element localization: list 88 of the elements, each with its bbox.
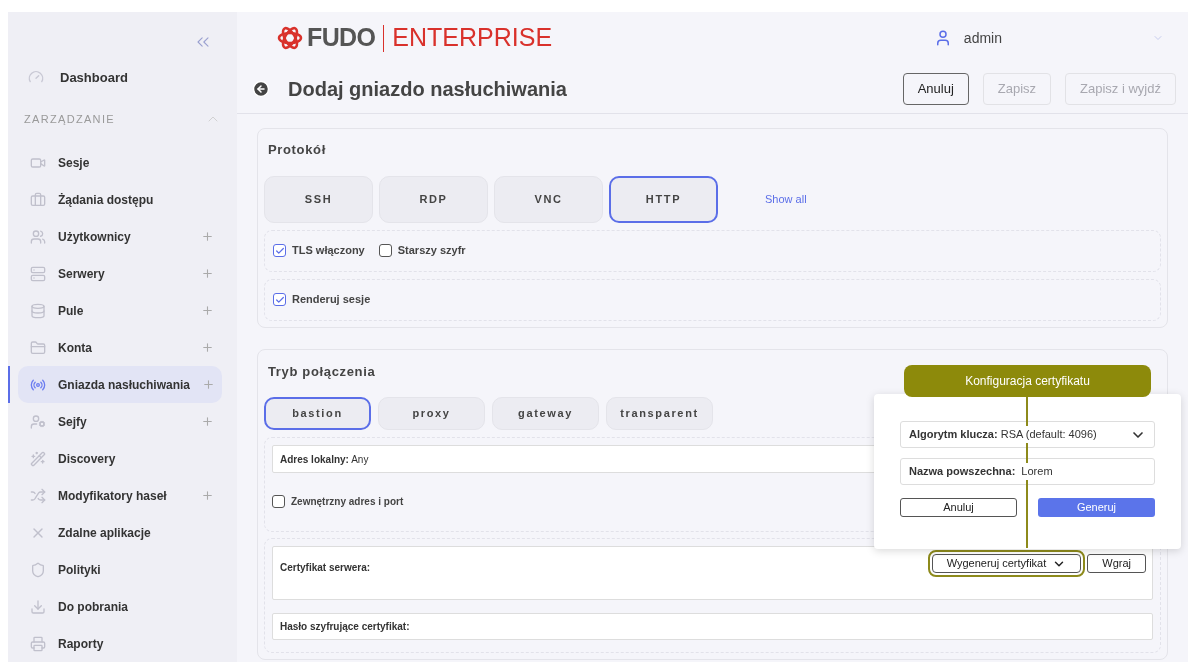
checkbox[interactable] [272, 495, 285, 508]
sidebar-label: Pule [58, 302, 85, 320]
option-tab[interactable]: HTTP [609, 175, 718, 223]
sidebar-item[interactable]: Polityki [18, 551, 222, 588]
checkbox-label: Zewnętrzny adres i port [291, 495, 404, 509]
plus-icon[interactable] [201, 267, 214, 280]
checkbox-label: TLS włączony [292, 243, 365, 259]
plus-icon[interactable] [201, 489, 214, 502]
common-name-field[interactable]: Nazwa powszechna: Lorem [900, 458, 1155, 485]
option-tab[interactable]: proxy [378, 397, 485, 430]
section-title: ZARZĄDZANIE [24, 111, 115, 127]
select-text: Algorytm klucza: RSA (default: 4096) [909, 426, 1097, 443]
sidebar-item[interactable]: Serwery [18, 255, 222, 292]
field-text: Adres lokalny: Any [280, 452, 369, 467]
user-gear-icon [30, 413, 46, 430]
sidebar-item[interactable]: Dashboard [60, 67, 128, 88]
algorithm-select[interactable]: Algorytm klucza: RSA (default: 4096) [900, 421, 1155, 448]
password-field[interactable]: Hasło szyfrujące certyfikat: [272, 613, 1153, 640]
popover-button[interactable]: Generuj [1038, 498, 1155, 517]
sidebar-label: Raporty [58, 635, 105, 653]
plus-icon[interactable] [201, 341, 214, 354]
section-title: Protokół [268, 141, 327, 159]
logo-icon [277, 25, 303, 51]
sidebar-item[interactable]: Modyfikatory haseł [18, 477, 222, 514]
server-icon [30, 265, 46, 282]
sidebar-item[interactable]: Gniazda nasłuchiwania [18, 366, 222, 403]
sidebar-item[interactable]: Zdalne aplikacje [18, 514, 222, 551]
upload-button[interactable]: Wgraj [1087, 554, 1146, 573]
printer-icon [30, 635, 46, 652]
sidebar-item[interactable]: Raporty [18, 625, 222, 662]
sidebar-label: Do pobrania [58, 598, 129, 616]
option-tab[interactable]: gateway [492, 397, 599, 430]
sidebar-label: Konta [58, 339, 93, 357]
download-icon [30, 598, 46, 615]
magic-wand-icon [30, 450, 46, 467]
option-tab[interactable]: transparent [606, 397, 713, 430]
sidebar-label: Discovery [58, 450, 117, 468]
sidebar-label: Polityki [58, 561, 102, 579]
page-title: Dodaj gniazdo nasłuchiwania [288, 76, 567, 102]
checkbox[interactable] [273, 244, 286, 257]
header-button[interactable]: Anuluj [902, 72, 969, 105]
option-tab[interactable]: SSH [264, 175, 373, 223]
user-name[interactable]: admin [963, 27, 1002, 49]
sidebar-label: Żądania dostępu [58, 191, 155, 209]
briefcase-icon [30, 191, 46, 208]
sidebar-label: Modyfikatory haseł [58, 487, 168, 505]
checkbox-label: Starszy szyfr [397, 243, 466, 259]
logo-product: ENTERPRISE [392, 22, 553, 54]
sidebar-item[interactable]: Żądania dostępu [18, 181, 222, 218]
section-title: Tryb połączenia [268, 362, 377, 381]
folder-icon [30, 339, 46, 356]
back-icon[interactable] [252, 79, 270, 98]
sidebar-item[interactable]: Użytkownicy [18, 218, 222, 255]
sidebar-label: Sejfy [58, 413, 88, 431]
show-all-link[interactable]: Show all [765, 190, 807, 208]
sidebar-item[interactable]: Do pobrania [18, 588, 222, 625]
field-label: Certyfikat serwera: [280, 561, 371, 575]
sidebar-label: Gniazda nasłuchiwania [58, 376, 191, 394]
plus-icon[interactable] [201, 230, 214, 243]
checkbox-label: Renderuj sesje [292, 292, 371, 308]
sidebar-label: Serwery [58, 265, 106, 283]
sidebar-label: Zdalne aplikacje [58, 524, 152, 542]
sidebar-item[interactable]: Pule [18, 292, 222, 329]
sidebar-item[interactable]: Sesje [18, 144, 222, 181]
sidebar-item[interactable]: Konta [18, 329, 222, 366]
sidebar-item[interactable]: Discovery [18, 440, 222, 477]
plus-icon[interactable] [201, 304, 214, 317]
active-indicator [8, 366, 10, 403]
sidebar-label: Użytkownicy [58, 228, 132, 246]
callout-label: Konfiguracja certyfikatu [904, 365, 1151, 397]
shield-icon [30, 561, 46, 578]
sidebar-item[interactable]: Sejfy [18, 403, 222, 440]
option-tab[interactable]: bastion [264, 397, 371, 430]
shuffle-icon [30, 487, 46, 504]
checkbox[interactable] [273, 293, 286, 306]
checkbox[interactable] [378, 244, 392, 257]
plus-icon[interactable] [201, 415, 214, 428]
field-value: Lorem [1021, 463, 1053, 480]
plus-icon[interactable] [202, 378, 216, 391]
certificate-field[interactable]: Certyfikat serwera: Wygeneruj certyfikat Wgraj [272, 546, 1153, 600]
popover-button[interactable]: Anuluj [900, 498, 1017, 517]
logo-brand: FUDO [307, 22, 376, 54]
users-icon [30, 228, 46, 245]
option-tab[interactable]: VNC [494, 175, 603, 223]
field-label: Hasło szyfrujące certyfikat: [280, 620, 410, 634]
server-icon [30, 302, 46, 319]
option-tab[interactable]: RDP [379, 175, 488, 223]
sidebar-label: Sesje [58, 154, 91, 172]
